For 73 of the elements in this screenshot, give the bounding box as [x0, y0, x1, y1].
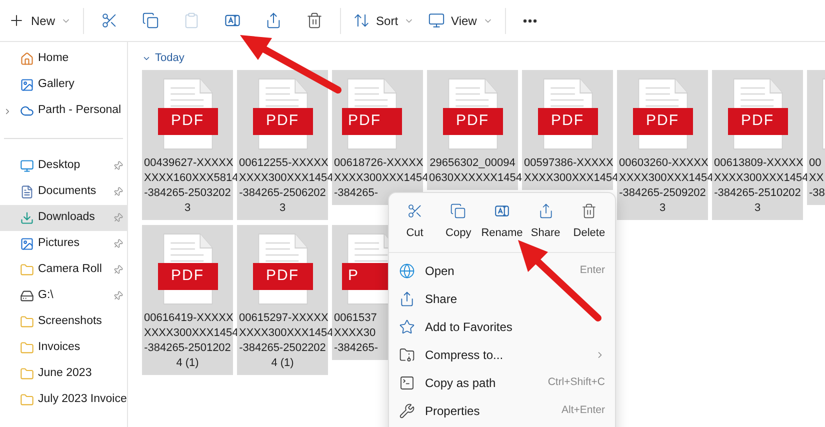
shortcut-text: Enter: [580, 262, 605, 278]
expand-caret-icon[interactable]: [3, 106, 12, 116]
sidebar-item[interactable]: Invoices: [0, 335, 127, 361]
document-icon: [20, 185, 34, 199]
drive-icon: [20, 289, 34, 303]
pdf-label: PDF: [442, 108, 502, 135]
share-icon: [265, 12, 282, 29]
pdf-label: PDF: [342, 108, 402, 135]
rename-icon: [224, 12, 242, 29]
file-tile[interactable]: 00 XX -38: [807, 70, 825, 205]
star-icon: [399, 318, 415, 334]
toolbar-button[interactable]: Sort: [349, 4, 418, 36]
sidebar-item[interactable]: G:\: [0, 283, 127, 309]
folder-icon: [20, 367, 34, 381]
menu-action-button[interactable]: Share: [524, 199, 568, 246]
menu-item[interactable]: Copy as path Ctrl+Shift+C: [389, 368, 615, 396]
pdf-label: PDF: [632, 108, 692, 135]
folder-icon: [20, 263, 34, 277]
copy-icon: [450, 203, 466, 219]
pdf-label: PDF: [728, 108, 788, 135]
sidebar-item[interactable]: Gallery: [0, 72, 127, 98]
cloud-icon: [20, 104, 34, 118]
shortcut-text: Alt+Enter: [562, 402, 605, 418]
sidebar-item[interactable]: June 2023: [0, 361, 127, 387]
plus-icon: [8, 12, 25, 29]
menu-action-button[interactable]: Delete: [567, 199, 611, 246]
view-icon: [428, 12, 446, 29]
globe-icon: [399, 262, 415, 278]
home-icon: [20, 52, 34, 66]
shortcut-text: Ctrl+Shift+C: [548, 374, 605, 390]
copy-icon: [142, 12, 160, 29]
sort-icon: [353, 12, 370, 29]
more-icon: [522, 18, 537, 22]
picture-icon: [20, 237, 34, 251]
folder-icon: [20, 341, 34, 355]
rename-icon: [494, 203, 510, 219]
delete-icon: [306, 12, 324, 29]
share-icon: [538, 203, 554, 219]
share-icon: [399, 290, 415, 306]
picture-icon: [20, 78, 34, 92]
wrench-icon: [399, 402, 415, 418]
section-header[interactable]: Today: [142, 50, 825, 66]
sidebar-item[interactable]: Documents: [0, 179, 127, 205]
sidebar-item[interactable]: Downloads: [0, 205, 127, 231]
file-name: 00 XX -38: [808, 156, 825, 201]
delete-icon: [581, 203, 598, 219]
cut-icon: [406, 203, 423, 219]
cut-icon: [101, 12, 118, 29]
sidebar-item[interactable]: Home: [0, 46, 127, 72]
menu-item[interactable]: Properties Alt+Enter: [389, 396, 615, 424]
pdf-label: PDF: [158, 108, 218, 135]
menu-action-button[interactable]: Rename: [480, 199, 524, 246]
toolbar-button[interactable]: New: [4, 4, 76, 36]
download-icon: [20, 211, 34, 225]
path-icon: [399, 374, 415, 390]
paste-icon: [183, 12, 200, 29]
menu-action-button[interactable]: Copy: [436, 199, 480, 246]
pdf-label: PDF: [158, 263, 218, 290]
pdf-label: PDF: [252, 108, 312, 135]
pdf-label: PDF: [252, 263, 312, 290]
folder-icon: [20, 315, 34, 329]
file-name: 0061537 XXXX30 -384265-: [333, 311, 380, 356]
sidebar-item[interactable]: July 2023 Invoice: [0, 387, 127, 413]
sidebar-item[interactable]: Parth - Personal: [0, 98, 127, 124]
sidebar-item[interactable]: Desktop: [0, 153, 127, 179]
sidebar-item[interactable]: Camera Roll: [0, 257, 127, 283]
sidebar-item[interactable]: Screenshots: [0, 309, 127, 335]
sidebar-item[interactable]: Pictures: [0, 231, 127, 257]
folder-icon: [20, 393, 34, 407]
archive-icon: [399, 346, 415, 362]
desktop-icon: [20, 159, 34, 173]
pdf-label: PDF: [538, 108, 598, 135]
toolbar-button[interactable]: View: [424, 4, 497, 36]
